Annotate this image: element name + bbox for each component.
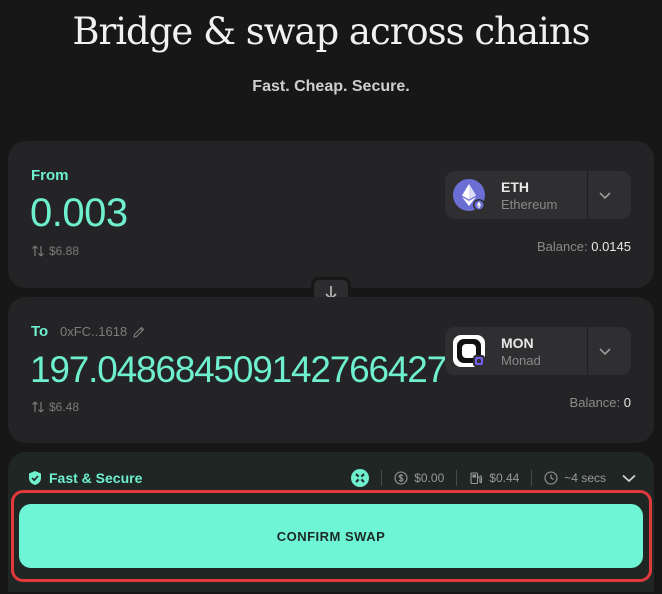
from-balance-value[interactable]: 0.0145 [591,239,631,254]
chevron-down-icon[interactable] [595,341,615,361]
route-provider [339,469,381,487]
monad-icon [453,335,485,367]
to-balance-label: Balance: [569,395,621,410]
confirm-swap-button[interactable]: CONFIRM SWAP [19,504,643,568]
gas-pump-icon [470,472,483,485]
divider [587,171,588,219]
swap-vertical-icon [32,245,44,257]
shield-check-icon [29,471,41,485]
to-balance: Balance: 0 [570,395,631,410]
to-usd-value: $6.48 [31,400,79,414]
to-label: To [31,323,49,340]
route-name: Fast & Secure [28,470,142,486]
from-balance-label: Balance: [537,239,588,254]
estimated-time-value: ~4 secs [564,471,606,485]
network-fee: $0.44 [457,471,531,485]
swap-vertical-icon [32,401,44,413]
chevron-down-icon[interactable] [620,469,638,487]
estimated-time: ~4 secs [532,471,618,485]
from-card: From 0.003 $6.88 ETH Ethereum Balance: 0… [8,141,654,288]
gas-fee: $0.00 [382,471,456,485]
pencil-icon[interactable] [132,325,146,339]
to-amount: 197.048684509142766427 [30,349,447,390]
recipient-address[interactable]: 0xFC..1618 [60,324,146,339]
from-token-network: Ethereum [501,197,558,212]
route-metrics: $0.00 $0.44 ~4 secs [339,469,638,487]
to-token-selector[interactable]: MON Monad [445,327,631,375]
dollar-coin-icon [394,471,408,485]
page-title: Bridge & swap across chains [72,10,590,53]
route-name-text: Fast & Secure [49,470,143,486]
page-subtitle: Fast. Cheap. Secure. [252,78,410,95]
from-usd-text: $6.88 [49,244,80,258]
route-row: Fast & Secure $0.00 $0.44 ~4 secs [28,468,638,488]
to-balance-value: 0 [623,395,631,410]
from-balance: Balance: 0.0145 [537,239,631,254]
from-token-symbol: ETH [501,179,529,195]
to-token-network: Monad [501,353,541,368]
ethereum-icon [453,179,485,211]
network-fee-value: $0.44 [489,471,520,485]
gas-fee-value: $0.00 [414,471,445,485]
divider [587,327,588,375]
from-label: From [31,167,69,184]
clock-icon [544,471,558,485]
to-usd-text: $6.48 [49,400,80,414]
chevron-down-icon[interactable] [595,185,615,205]
to-card: To 0xFC..1618 197.048684509142766427 $6.… [8,297,654,443]
provider-logo-icon [351,469,370,487]
from-amount-input[interactable]: 0.003 [30,191,128,236]
to-token-symbol: MON [501,335,534,351]
recipient-address-text: 0xFC..1618 [60,324,128,339]
from-usd-value: $6.88 [31,244,79,258]
from-token-selector[interactable]: ETH Ethereum [445,171,631,219]
